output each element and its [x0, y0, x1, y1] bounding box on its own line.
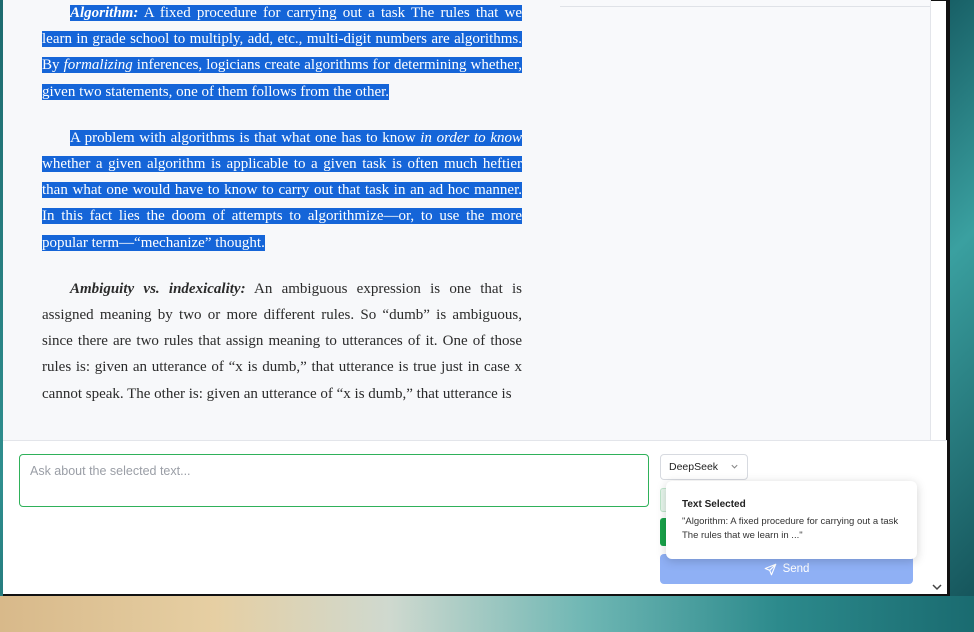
- desktop-wallpaper: [0, 596, 974, 632]
- selected-text[interactable]: Algorithm: A fixed procedure for carryin…: [42, 5, 522, 100]
- tooltip-body: "Algorithm: A fixed procedure for carryi…: [682, 516, 899, 541]
- ask-input[interactable]: [19, 454, 649, 507]
- paragraph-text: A problem with algorithms is that what o…: [70, 129, 421, 146]
- panel-divider: [560, 6, 930, 7]
- tooltip-title: Text Selected: [682, 499, 746, 510]
- scroll-down-icon[interactable]: [930, 580, 944, 594]
- paragraph-text: whether a given algorithm is applicable …: [42, 156, 522, 251]
- send-icon: [764, 563, 776, 575]
- chat-panel: [560, 0, 931, 440]
- selection-tooltip: Text Selected "Algorithm: A fixed proced…: [666, 481, 917, 559]
- chevron-down-icon: [731, 464, 738, 469]
- model-select[interactable]: DeepSeek: [660, 454, 748, 480]
- document-page: Algorithm: A fixed procedure for carryin…: [42, 0, 522, 427]
- paragraph-problem[interactable]: A problem with algorithms is that what o…: [42, 125, 522, 256]
- app-window: Algorithm: A fixed procedure for carryin…: [3, 0, 950, 596]
- emphasis-text: in order to know: [420, 129, 522, 146]
- model-select-label: DeepSeek: [669, 461, 719, 473]
- emphasis-text: formalizing: [63, 57, 133, 74]
- send-button-label: Send: [782, 563, 810, 575]
- document-reader[interactable]: Algorithm: A fixed procedure for carryin…: [3, 0, 561, 440]
- term-heading: Ambiguity vs. indexicality:: [70, 280, 246, 297]
- paragraph-text: An ambiguous expression is one that is a…: [42, 280, 522, 402]
- selected-text[interactable]: A problem with algorithms is that what o…: [42, 129, 522, 251]
- paragraph-algorithm[interactable]: Algorithm: A fixed procedure for carryin…: [42, 0, 522, 105]
- chat-input-bar: DeepSeek Send Text Selected "Algorithm: …: [3, 440, 947, 594]
- paragraph-ambiguity[interactable]: Ambiguity vs. indexicality: An ambiguous…: [42, 276, 522, 407]
- term-heading: Algorithm:: [70, 5, 139, 21]
